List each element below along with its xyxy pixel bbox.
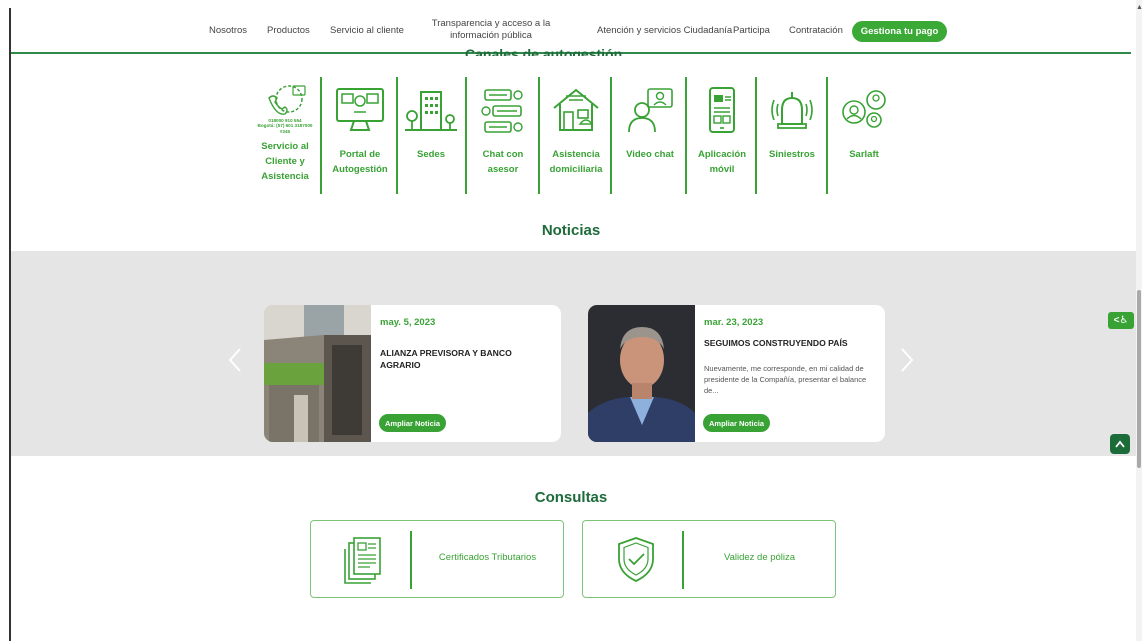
consultas-heading: Consultas	[534, 489, 608, 506]
channel-label-line: Autogestión	[332, 164, 388, 175]
channel-label: Sarlaft	[849, 147, 879, 162]
news-summary: Nuevamente, me corresponde, en mi calida…	[704, 364, 867, 395]
news-date: mar. 23, 2023	[704, 317, 764, 328]
channel-label: Video chat	[626, 147, 674, 162]
channel-label: Asistencia domiciliaria	[550, 147, 603, 177]
channel-label: Servicio al Cliente y Asistencia	[261, 139, 309, 184]
video-chat-icon	[621, 79, 679, 143]
channel-aplicacion-movil[interactable]: Aplicación móvil	[688, 77, 756, 194]
channel-divider	[685, 77, 687, 194]
consulta-label: Validez de póliza	[723, 552, 796, 563]
channel-label-line: Sedes	[417, 149, 445, 160]
channel-divider	[396, 77, 398, 194]
channel-asistencia-domiciliaria[interactable]: Asistencia domiciliaria	[541, 77, 611, 194]
channel-divider	[610, 77, 612, 194]
channel-label: Portal de Autogestión	[332, 147, 387, 177]
channel-label: Sedes	[417, 147, 445, 162]
gestiona-pago-button[interactable]: Gestiona tu pago	[852, 21, 947, 42]
channel-chat-asesor[interactable]: Chat con asesor	[467, 77, 539, 194]
channel-divider	[826, 77, 828, 194]
channel-video-chat[interactable]: Video chat	[614, 77, 686, 194]
people-network-icon	[835, 79, 893, 143]
consulta-validez-poliza[interactable]: Validez de póliza	[582, 520, 836, 598]
phone-support-icon: 018000 910 554 Bogotá: (57) 601 3187000 …	[256, 79, 314, 139]
news-date: may. 5, 2023	[380, 317, 436, 328]
news-card[interactable]: may. 5, 2023 ALIANZA PREVISORA Y BANCO A…	[264, 305, 561, 442]
news-photo-portrait	[588, 305, 695, 442]
shield-check-icon	[613, 535, 659, 585]
consulta-label: Certificados Tributarios	[438, 552, 537, 563]
phone-line-3: #345	[279, 128, 291, 134]
channel-label: Aplicación móvil	[698, 147, 746, 177]
nav-item-servicio-cliente[interactable]: Servicio al cliente	[330, 8, 404, 52]
nav-item-productos[interactable]: Productos	[267, 8, 310, 52]
channel-label: Siniestros	[769, 147, 815, 162]
accessibility-tab[interactable]: <♿	[1108, 312, 1134, 329]
documents-icon	[341, 535, 387, 585]
chevron-left-icon[interactable]	[228, 347, 242, 381]
channel-sarlaft[interactable]: Sarlaft	[830, 77, 898, 194]
channel-label-line: Siniestros	[769, 149, 815, 160]
channel-label-line: asesor	[487, 164, 519, 175]
monitor-portal-icon	[331, 79, 389, 143]
scrollbar-thumb[interactable]	[1137, 290, 1141, 468]
channel-label-line: Chat con	[482, 149, 524, 160]
channel-label-line: Sarlaft	[849, 149, 879, 160]
channel-label-line: Portal de	[339, 149, 381, 160]
news-card[interactable]: mar. 23, 2023 SEGUIMOS CONSTRUYENDO PAÍS…	[588, 305, 885, 442]
nav-item-nosotros[interactable]: Nosotros	[209, 8, 247, 52]
consulta-certificados-tributarios[interactable]: Certificados Tributarios	[310, 520, 564, 598]
channel-label: Chat con asesor	[483, 147, 524, 177]
channel-label-line: Cliente y	[265, 156, 305, 167]
nav-transparencia-line1: Transparencia y acceso a la	[431, 18, 551, 29]
ampliar-noticia-button[interactable]: Ampliar Noticia	[379, 414, 447, 432]
news-title: ALIANZA PREVISORA Y BANCO AGRARIO	[380, 348, 512, 370]
channel-label-line: Aplicación	[697, 149, 747, 160]
scroll-up-icon[interactable]: ▲	[1136, 4, 1142, 12]
chat-icon	[474, 79, 532, 143]
channel-label-line: Servicio al	[261, 141, 309, 152]
channel-divider	[538, 77, 540, 194]
channel-label-line: domiciliaria	[549, 164, 603, 175]
ampliar-noticia-button[interactable]: Ampliar Noticia	[703, 414, 771, 432]
house-icon	[547, 79, 605, 143]
channel-divider	[755, 77, 757, 194]
nav-item-participa[interactable]: Participa	[733, 8, 770, 52]
channel-siniestros[interactable]: Siniestros	[758, 77, 826, 194]
building-icon	[402, 79, 460, 143]
nav-item-contratacion[interactable]: Contratación	[789, 8, 843, 52]
channel-label-line: Asistencia	[261, 171, 309, 182]
channel-label-line: Asistencia	[552, 149, 600, 160]
phone-line-2: Bogotá: (57) 601 3187000	[257, 123, 313, 129]
channel-divider	[320, 77, 322, 194]
news-photo-building	[264, 305, 371, 442]
nav-transparencia-line2: información pública	[450, 30, 532, 41]
channel-label-line: móvil	[709, 164, 735, 175]
alarm-bell-icon	[763, 79, 821, 143]
mobile-app-icon	[693, 79, 751, 143]
channel-servicio-cliente[interactable]: 018000 910 554 Bogotá: (57) 601 3187000 …	[248, 77, 322, 194]
channel-label-line: Video chat	[626, 149, 674, 160]
channels-section-title: Canales de autogestión	[465, 46, 623, 56]
noticias-heading: Noticias	[541, 222, 601, 239]
channel-portal-autogestion[interactable]: Portal de Autogestión	[323, 77, 397, 194]
chevron-up-icon	[1115, 440, 1125, 448]
back-to-top-button[interactable]	[1110, 434, 1130, 454]
news-carousel: may. 5, 2023 ALIANZA PREVISORA Y BANCO A…	[11, 251, 1136, 456]
news-title: SEGUIMOS CONSTRUYENDO PAÍS	[704, 338, 848, 348]
chevron-right-icon[interactable]	[900, 347, 914, 381]
channel-sedes[interactable]: Sedes	[399, 77, 463, 194]
